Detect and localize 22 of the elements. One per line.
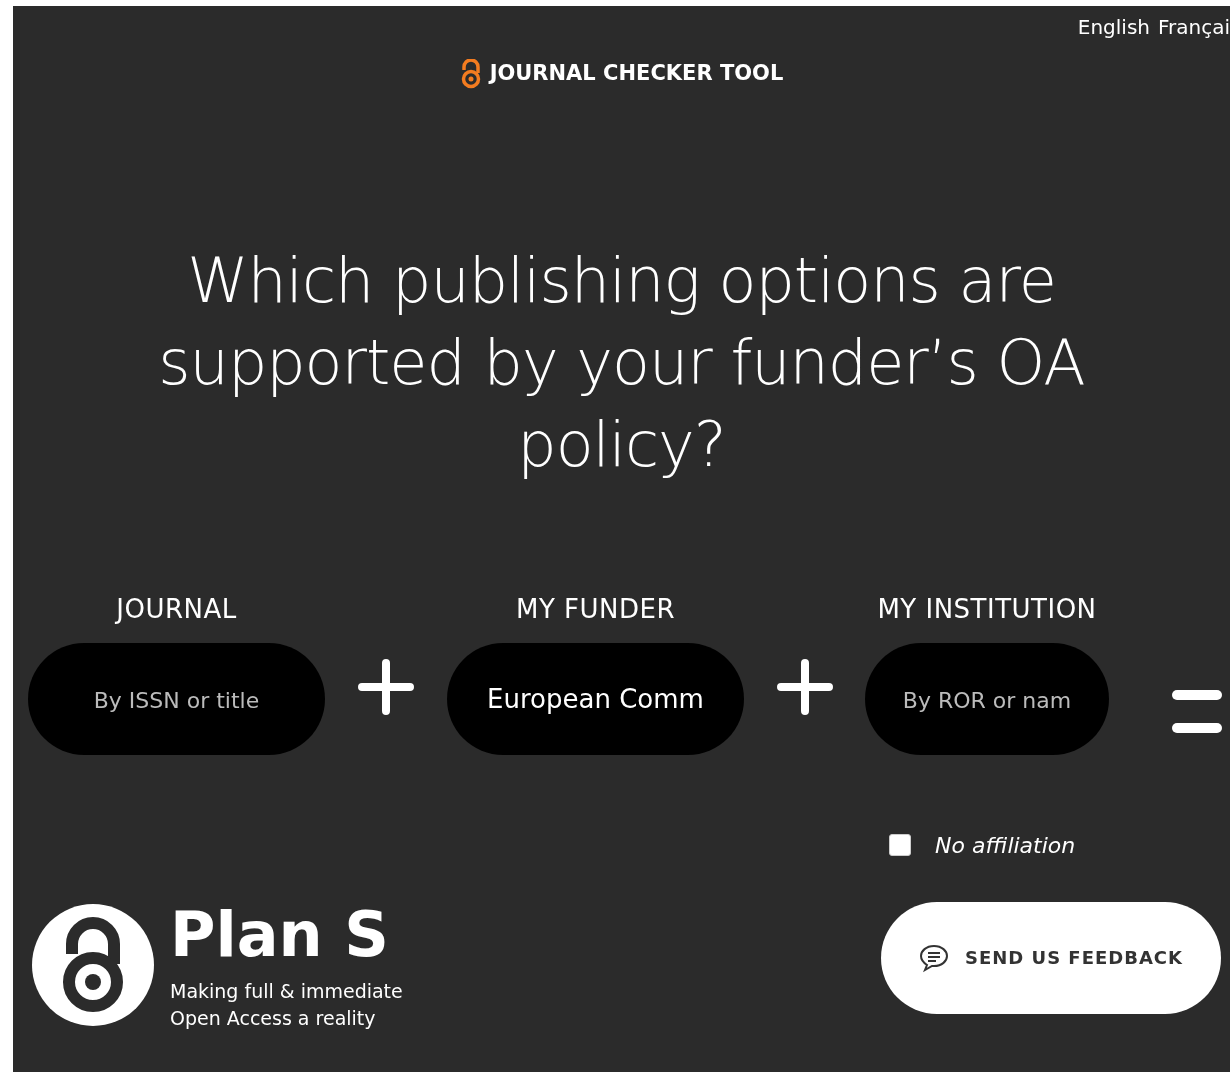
language-link[interactable]: English: [1077, 12, 1150, 42]
brand-name: Plan S: [170, 903, 390, 966]
plan-s-logo-icon: [32, 903, 154, 1026]
app-title: JOURNAL CHECKER TOOL: [489, 60, 784, 87]
language-link[interactable]: Françai: [1158, 12, 1230, 42]
equals-icon: [1172, 689, 1222, 733]
feedback-button[interactable]: SEND US FEEDBACK: [881, 901, 1221, 1014]
field-label: JOURNAL: [114, 592, 238, 626]
field-label: MY FUNDER: [515, 592, 676, 626]
tagline: Open Access a reality: [170, 1005, 377, 1031]
field-label: MY INSTITUTION: [876, 592, 1098, 626]
lock-icon: [459, 58, 482, 89]
tagline: Making full & immediate: [170, 978, 403, 1004]
search-field[interactable]: By ISSN or title: [28, 642, 325, 755]
chat-icon: [919, 942, 949, 973]
checkbox[interactable]: [889, 834, 911, 856]
search-field[interactable]: By ROR or nam: [865, 642, 1109, 755]
plus-icon: [358, 658, 414, 715]
plus-icon: [776, 658, 833, 715]
checkbox-label: No affiliation: [935, 831, 1076, 860]
headline: Which publishing options are supported by your funder’s OA policy?: [157, 242, 1086, 483]
search-field[interactable]: European Comm: [447, 642, 744, 755]
